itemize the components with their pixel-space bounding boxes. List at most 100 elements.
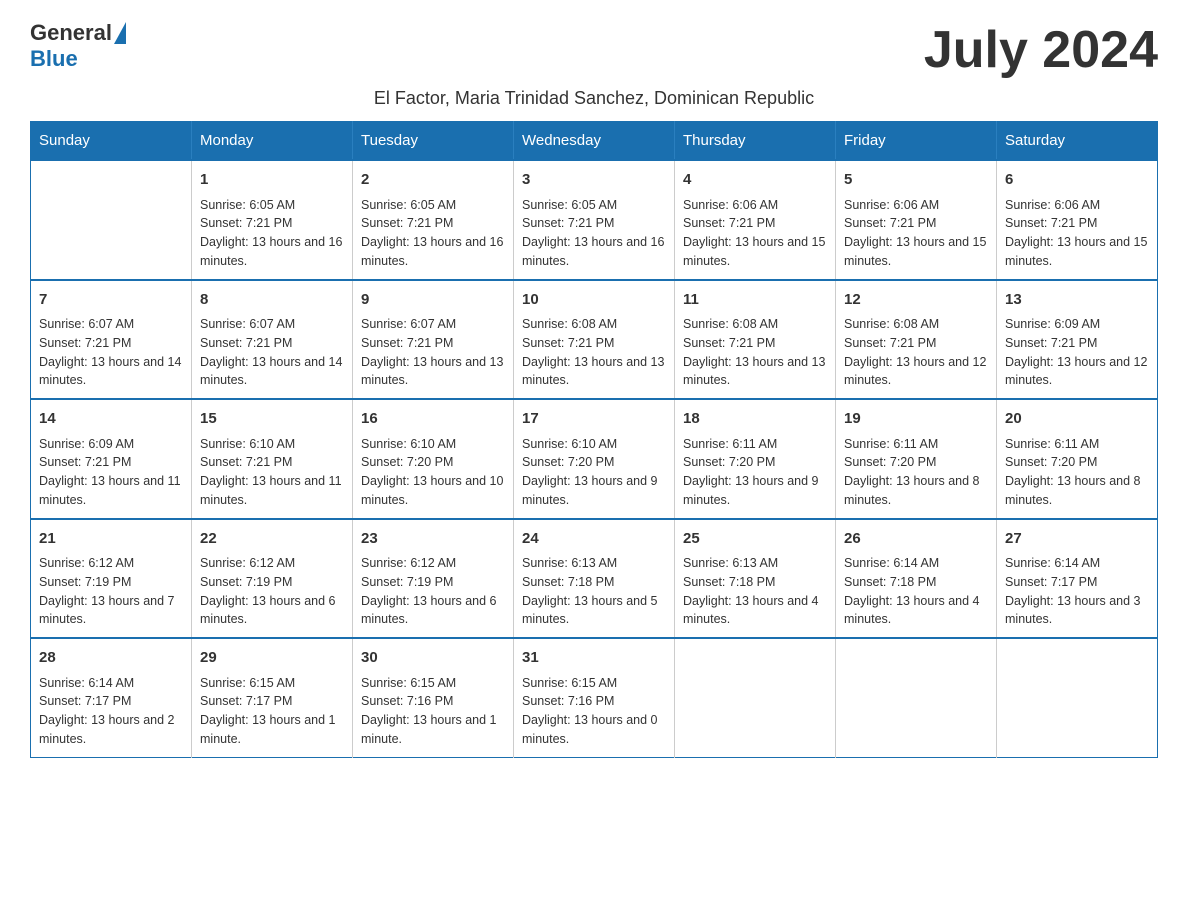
- calendar-cell: 5 Sunrise: 6:06 AMSunset: 7:21 PMDaylight…: [836, 160, 997, 280]
- day-of-week-header: Thursday: [675, 122, 836, 161]
- day-of-week-header: Monday: [192, 122, 353, 161]
- day-info: Sunrise: 6:12 AMSunset: 7:19 PMDaylight:…: [200, 554, 344, 629]
- calendar-header-row: SundayMondayTuesdayWednesdayThursdayFrid…: [31, 122, 1158, 161]
- calendar-cell: 16 Sunrise: 6:10 AMSunset: 7:20 PMDayligh…: [353, 399, 514, 519]
- logo-text-blue: Blue: [30, 46, 78, 71]
- day-info: Sunrise: 6:08 AMSunset: 7:21 PMDaylight:…: [683, 315, 827, 390]
- logo-text-general: General: [30, 20, 112, 46]
- day-number: 3: [522, 169, 666, 192]
- logo-triangle-icon: [114, 22, 126, 44]
- day-info: Sunrise: 6:09 AMSunset: 7:21 PMDaylight:…: [39, 435, 183, 510]
- calendar-cell: 4 Sunrise: 6:06 AMSunset: 7:21 PMDaylight…: [675, 160, 836, 280]
- day-number: 19: [844, 408, 988, 431]
- day-of-week-header: Sunday: [31, 122, 192, 161]
- day-number: 9: [361, 289, 505, 312]
- calendar-cell: 28Sunrise: 6:14 AMSunset: 7:17 PMDayligh…: [31, 638, 192, 757]
- day-info: Sunrise: 6:10 AMSunset: 7:21 PMDaylight:…: [200, 435, 344, 510]
- calendar-cell: 31 Sunrise: 6:15 AMSunset: 7:16 PMDayligh…: [514, 638, 675, 757]
- day-number: 30: [361, 647, 505, 670]
- day-info: Sunrise: 6:11 AMSunset: 7:20 PMDaylight:…: [1005, 435, 1149, 510]
- day-info: Sunrise: 6:14 AMSunset: 7:17 PMDaylight:…: [39, 674, 183, 749]
- day-number: 1: [200, 169, 344, 192]
- day-info: Sunrise: 6:10 AMSunset: 7:20 PMDaylight:…: [522, 435, 666, 510]
- day-number: 14: [39, 408, 183, 431]
- day-info: Sunrise: 6:14 AMSunset: 7:17 PMDaylight:…: [1005, 554, 1149, 629]
- month-title: July 2024: [924, 20, 1158, 80]
- day-info: Sunrise: 6:10 AMSunset: 7:20 PMDaylight:…: [361, 435, 505, 510]
- day-info: Sunrise: 6:06 AMSunset: 7:21 PMDaylight:…: [1005, 196, 1149, 271]
- day-number: 6: [1005, 169, 1149, 192]
- day-info: Sunrise: 6:12 AMSunset: 7:19 PMDaylight:…: [39, 554, 183, 629]
- day-number: 17: [522, 408, 666, 431]
- calendar-cell: 6 Sunrise: 6:06 AMSunset: 7:21 PMDaylight…: [997, 160, 1158, 280]
- calendar-cell: [675, 638, 836, 757]
- calendar-cell: 3 Sunrise: 6:05 AMSunset: 7:21 PMDaylight…: [514, 160, 675, 280]
- calendar-cell: [997, 638, 1158, 757]
- day-number: 11: [683, 289, 827, 312]
- logo: General Blue: [30, 20, 126, 72]
- location-subtitle: El Factor, Maria Trinidad Sanchez, Domin…: [30, 88, 1158, 109]
- day-of-week-header: Wednesday: [514, 122, 675, 161]
- day-number: 5: [844, 169, 988, 192]
- day-number: 20: [1005, 408, 1149, 431]
- day-number: 8: [200, 289, 344, 312]
- day-info: Sunrise: 6:06 AMSunset: 7:21 PMDaylight:…: [844, 196, 988, 271]
- day-number: 26: [844, 528, 988, 551]
- day-info: Sunrise: 6:07 AMSunset: 7:21 PMDaylight:…: [39, 315, 183, 390]
- calendar-cell: [836, 638, 997, 757]
- day-number: 21: [39, 528, 183, 551]
- day-number: 27: [1005, 528, 1149, 551]
- day-info: Sunrise: 6:15 AMSunset: 7:16 PMDaylight:…: [522, 674, 666, 749]
- day-info: Sunrise: 6:13 AMSunset: 7:18 PMDaylight:…: [522, 554, 666, 629]
- day-info: Sunrise: 6:05 AMSunset: 7:21 PMDaylight:…: [361, 196, 505, 271]
- day-of-week-header: Saturday: [997, 122, 1158, 161]
- day-number: 7: [39, 289, 183, 312]
- calendar-cell: 7 Sunrise: 6:07 AMSunset: 7:21 PMDaylight…: [31, 280, 192, 400]
- calendar-cell: 15 Sunrise: 6:10 AMSunset: 7:21 PMDayligh…: [192, 399, 353, 519]
- day-info: Sunrise: 6:05 AMSunset: 7:21 PMDaylight:…: [522, 196, 666, 271]
- calendar-cell: 17 Sunrise: 6:10 AMSunset: 7:20 PMDayligh…: [514, 399, 675, 519]
- calendar-week-row: 7 Sunrise: 6:07 AMSunset: 7:21 PMDaylight…: [31, 280, 1158, 400]
- day-number: 29: [200, 647, 344, 670]
- day-info: Sunrise: 6:14 AMSunset: 7:18 PMDaylight:…: [844, 554, 988, 629]
- day-number: 15: [200, 408, 344, 431]
- day-info: Sunrise: 6:05 AMSunset: 7:21 PMDaylight:…: [200, 196, 344, 271]
- day-number: 24: [522, 528, 666, 551]
- calendar-cell: 22 Sunrise: 6:12 AMSunset: 7:19 PMDayligh…: [192, 519, 353, 639]
- day-info: Sunrise: 6:06 AMSunset: 7:21 PMDaylight:…: [683, 196, 827, 271]
- day-of-week-header: Friday: [836, 122, 997, 161]
- day-number: 2: [361, 169, 505, 192]
- day-number: 22: [200, 528, 344, 551]
- day-number: 25: [683, 528, 827, 551]
- day-info: Sunrise: 6:09 AMSunset: 7:21 PMDaylight:…: [1005, 315, 1149, 390]
- day-info: Sunrise: 6:07 AMSunset: 7:21 PMDaylight:…: [200, 315, 344, 390]
- day-info: Sunrise: 6:11 AMSunset: 7:20 PMDaylight:…: [844, 435, 988, 510]
- calendar-cell: 18 Sunrise: 6:11 AMSunset: 7:20 PMDayligh…: [675, 399, 836, 519]
- calendar-cell: 9Sunrise: 6:07 AMSunset: 7:21 PMDaylight…: [353, 280, 514, 400]
- calendar-week-row: 1 Sunrise: 6:05 AMSunset: 7:21 PMDaylight…: [31, 160, 1158, 280]
- day-number: 31: [522, 647, 666, 670]
- day-number: 23: [361, 528, 505, 551]
- day-number: 10: [522, 289, 666, 312]
- day-info: Sunrise: 6:08 AMSunset: 7:21 PMDaylight:…: [522, 315, 666, 390]
- calendar-cell: 14 Sunrise: 6:09 AMSunset: 7:21 PMDayligh…: [31, 399, 192, 519]
- calendar-cell: 11 Sunrise: 6:08 AMSunset: 7:21 PMDayligh…: [675, 280, 836, 400]
- calendar-week-row: 14 Sunrise: 6:09 AMSunset: 7:21 PMDayligh…: [31, 399, 1158, 519]
- day-of-week-header: Tuesday: [353, 122, 514, 161]
- day-number: 18: [683, 408, 827, 431]
- calendar-cell: 30Sunrise: 6:15 AMSunset: 7:16 PMDayligh…: [353, 638, 514, 757]
- calendar-cell: 20 Sunrise: 6:11 AMSunset: 7:20 PMDayligh…: [997, 399, 1158, 519]
- calendar-cell: 1 Sunrise: 6:05 AMSunset: 7:21 PMDaylight…: [192, 160, 353, 280]
- calendar-cell: 12Sunrise: 6:08 AMSunset: 7:21 PMDayligh…: [836, 280, 997, 400]
- day-number: 13: [1005, 289, 1149, 312]
- calendar-cell: 10 Sunrise: 6:08 AMSunset: 7:21 PMDayligh…: [514, 280, 675, 400]
- calendar-cell: 26 Sunrise: 6:14 AMSunset: 7:18 PMDayligh…: [836, 519, 997, 639]
- calendar-cell: 25Sunrise: 6:13 AMSunset: 7:18 PMDayligh…: [675, 519, 836, 639]
- calendar-cell: 8 Sunrise: 6:07 AMSunset: 7:21 PMDaylight…: [192, 280, 353, 400]
- day-number: 4: [683, 169, 827, 192]
- calendar-cell: 19 Sunrise: 6:11 AMSunset: 7:20 PMDayligh…: [836, 399, 997, 519]
- day-info: Sunrise: 6:11 AMSunset: 7:20 PMDaylight:…: [683, 435, 827, 510]
- calendar-cell: 23Sunrise: 6:12 AMSunset: 7:19 PMDayligh…: [353, 519, 514, 639]
- day-info: Sunrise: 6:08 AMSunset: 7:21 PMDaylight:…: [844, 315, 988, 390]
- day-number: 16: [361, 408, 505, 431]
